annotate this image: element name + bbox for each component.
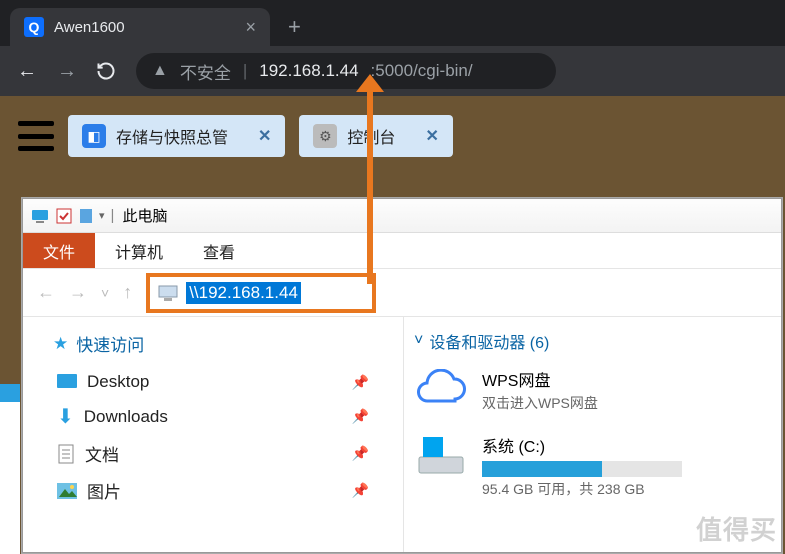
url-path: :5000/cgi-bin/ bbox=[371, 61, 473, 81]
browser-nav-row: ← → ▲ 不安全 | 192.168.1.44 :5000/cgi-bin/ bbox=[0, 46, 785, 96]
pin-icon: 📌 bbox=[352, 482, 369, 499]
document-icon bbox=[57, 444, 75, 464]
ribbon-tab-file[interactable]: 文件 bbox=[23, 233, 95, 268]
ribbon-tab-view[interactable]: 查看 bbox=[183, 233, 255, 268]
back-button[interactable]: ← bbox=[16, 60, 38, 83]
nas-tab-storage[interactable]: ◧ 存储与快照总管 ✕ bbox=[68, 115, 285, 157]
download-icon: ⬇ bbox=[57, 404, 74, 429]
sidebar-item-pictures[interactable]: 图片 📌 bbox=[53, 472, 403, 509]
address-value: \\192.168.1.44 bbox=[186, 282, 301, 304]
annotation-arrow-stem bbox=[367, 84, 373, 284]
tab-title: Awen1600 bbox=[54, 19, 125, 36]
drive-title: WPS网盘 bbox=[482, 367, 598, 391]
nas-tab-console[interactable]: ⚙ 控制台 ✕ bbox=[299, 115, 452, 157]
reload-button[interactable] bbox=[96, 61, 118, 81]
drive-wps[interactable]: WPS网盘 双击进入WPS网盘 bbox=[414, 367, 781, 413]
pin-icon: 📌 bbox=[352, 445, 369, 462]
drive-title: 系统 (C:) bbox=[482, 433, 682, 457]
browser-chrome: Q Awen1600 × + ← → ▲ 不安全 | 192.168.1.44:… bbox=[0, 0, 785, 96]
tab-strip: Q Awen1600 × + bbox=[0, 0, 785, 46]
computer-icon bbox=[31, 207, 49, 225]
dropdown-icon[interactable]: ▾ bbox=[99, 209, 105, 222]
window-title: 此电脑 bbox=[122, 205, 167, 226]
disk-icon bbox=[414, 433, 468, 477]
nas-tab-close[interactable]: ✕ bbox=[258, 126, 271, 146]
desktop-icon bbox=[57, 374, 77, 390]
explorer-back-button[interactable]: ← bbox=[37, 282, 55, 303]
section-devices-drives[interactable]: ˅ 设备和驱动器 (6) bbox=[414, 329, 781, 353]
drive-system-c[interactable]: 系统 (C:) 95.4 GB 可用，共 238 GB bbox=[414, 433, 781, 499]
explorer-address-bar[interactable]: \\192.168.1.44 bbox=[146, 273, 376, 313]
sidebar-item-documents[interactable]: 文档 📌 bbox=[53, 435, 403, 472]
sidebar-item-label: 图片 bbox=[87, 478, 121, 503]
favicon-icon: Q bbox=[24, 17, 44, 37]
explorer-nav-row: ← → ˅ ↑ \\192.168.1.44 bbox=[23, 269, 781, 317]
sidebar-item-label: 文档 bbox=[85, 441, 119, 466]
cloud-icon bbox=[414, 367, 468, 411]
picture-icon bbox=[57, 483, 77, 499]
decorative-strip bbox=[0, 384, 20, 554]
chevron-down-icon: ˅ bbox=[414, 332, 423, 350]
explorer-sidebar: ★ 快速访问 Desktop 📌 ⬇ Downloads 📌 文档 📌 图片 bbox=[23, 317, 403, 552]
menu-button[interactable] bbox=[18, 121, 54, 151]
nas-taskbar: ◧ 存储与快照总管 ✕ ⚙ 控制台 ✕ bbox=[18, 108, 785, 164]
drive-capacity-text: 95.4 GB 可用，共 238 GB bbox=[482, 479, 682, 499]
forward-button[interactable]: → bbox=[56, 60, 78, 83]
watermark: 值得买 bbox=[696, 510, 777, 547]
capacity-bar bbox=[482, 461, 682, 477]
tab-close-button[interactable]: × bbox=[245, 17, 256, 38]
pin-icon: 📌 bbox=[352, 374, 369, 391]
not-secure-icon: ▲ bbox=[152, 62, 168, 80]
history-dropdown[interactable]: ˅ bbox=[101, 285, 109, 301]
folder-icon[interactable] bbox=[79, 207, 93, 225]
explorer-titlebar: ▾ | 此电脑 bbox=[23, 199, 781, 233]
separator: | bbox=[243, 61, 247, 81]
explorer-body: ★ 快速访问 Desktop 📌 ⬇ Downloads 📌 文档 📌 图片 bbox=[23, 317, 781, 552]
security-label: 不安全 bbox=[180, 59, 231, 84]
properties-icon[interactable] bbox=[55, 207, 73, 225]
sidebar-quick-access[interactable]: ★ 快速访问 bbox=[53, 331, 403, 356]
nas-tab-label: 存储与快照总管 bbox=[116, 124, 228, 148]
star-icon: ★ bbox=[53, 334, 68, 354]
sidebar-item-label: Desktop bbox=[87, 372, 149, 392]
section-header-label: 设备和驱动器 (6) bbox=[429, 329, 549, 353]
file-explorer-window: ▾ | 此电脑 文件 计算机 查看 ← → ˅ ↑ \\192.168.1.44… bbox=[22, 198, 782, 553]
quick-access-toolbar: ▾ | bbox=[31, 207, 114, 225]
address-bar[interactable]: ▲ 不安全 | 192.168.1.44 :5000/cgi-bin/ bbox=[136, 53, 556, 89]
ribbon-tab-computer[interactable]: 计算机 bbox=[95, 233, 183, 268]
storage-icon: ◧ bbox=[82, 124, 106, 148]
new-tab-button[interactable]: + bbox=[270, 8, 319, 46]
nas-tab-close[interactable]: ✕ bbox=[425, 126, 438, 146]
drive-subtitle: 双击进入WPS网盘 bbox=[482, 393, 598, 413]
ribbon: 文件 计算机 查看 bbox=[23, 233, 781, 269]
sidebar-item-downloads[interactable]: ⬇ Downloads 📌 bbox=[53, 398, 403, 435]
sidebar-header-label: 快速访问 bbox=[76, 331, 144, 356]
explorer-forward-button[interactable]: → bbox=[69, 282, 87, 303]
computer-icon bbox=[158, 284, 180, 302]
sidebar-item-desktop[interactable]: Desktop 📌 bbox=[53, 366, 403, 398]
explorer-up-button[interactable]: ↑ bbox=[123, 282, 132, 303]
console-icon: ⚙ bbox=[313, 124, 337, 148]
url-host: 192.168.1.44 bbox=[259, 61, 358, 81]
sidebar-item-label: Downloads bbox=[84, 407, 168, 427]
pin-icon: 📌 bbox=[352, 408, 369, 425]
browser-tab-active[interactable]: Q Awen1600 × bbox=[10, 8, 270, 46]
